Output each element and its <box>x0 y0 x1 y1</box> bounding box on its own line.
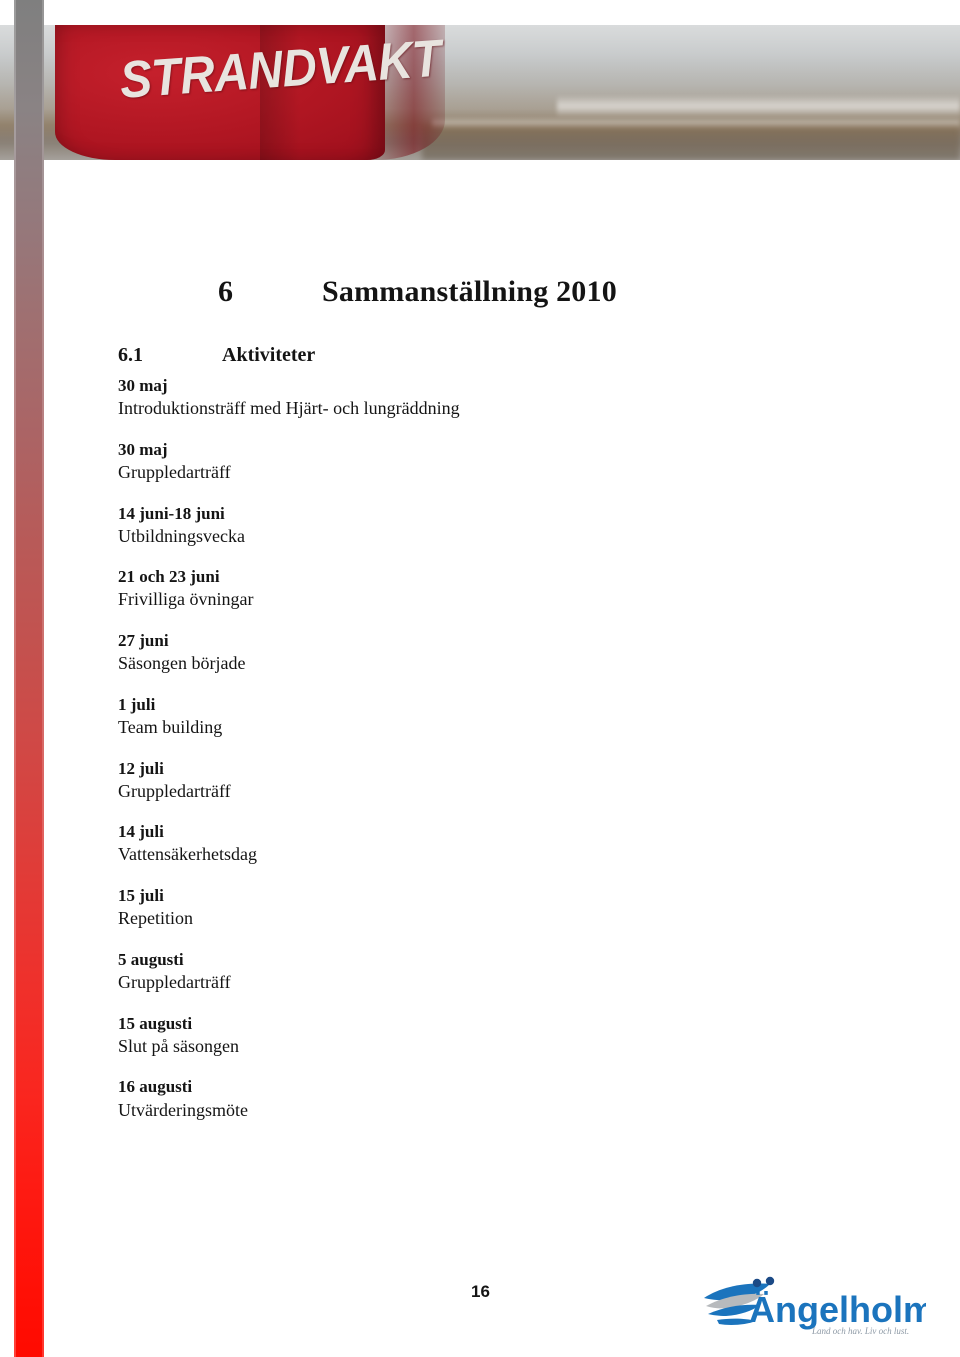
section-heading: 6.1 Aktiviteter <box>0 344 960 367</box>
activity-description: Team building <box>118 716 223 737</box>
activity-description: Repetition <box>118 908 193 929</box>
activity-item: 30 maj Gruppledarträff <box>118 439 678 484</box>
activity-description: Frivilliga övningar <box>118 589 254 610</box>
header-banner-image: STRANDVAKT <box>0 25 960 160</box>
activity-date: 16 augusti <box>118 1077 193 1097</box>
activity-date: 30 maj <box>118 439 168 459</box>
activity-description: Utbildningsvecka <box>118 525 245 546</box>
left-accent-stripe <box>14 0 44 1357</box>
activity-date: 27 juni <box>118 631 169 651</box>
activity-item: 14 juni-18 juni Utbildningsvecka <box>118 503 678 548</box>
activity-date: 12 juli <box>118 758 164 778</box>
activity-item: 12 juli Gruppledarträff <box>118 758 678 803</box>
section-number: 6.1 <box>118 343 143 366</box>
activity-description: Slut på säsongen <box>118 1035 239 1056</box>
angelholm-logo: Ängelholm Land och hav. Liv och lust. <box>700 1276 926 1340</box>
activity-date: 14 juni-18 juni <box>118 503 225 523</box>
activity-description: Introduktionsträff med Hjärt- och lungrä… <box>118 398 460 419</box>
logo-wordmark: Ängelholm <box>749 1289 926 1330</box>
activity-date: 30 maj <box>118 376 168 395</box>
logo-tagline: Land och hav. Liv och lust. <box>811 1326 909 1336</box>
activity-description: Säsongen började <box>118 653 246 674</box>
activity-description: Vattensäkerhetsdag <box>118 844 257 865</box>
section-title: Aktiviteter <box>222 343 316 366</box>
activity-item: 14 juli Vattensäkerhetsdag <box>118 821 678 866</box>
activity-item: 16 augusti Utvärderingsmöte <box>118 1076 678 1121</box>
activity-item: 1 juli Team building <box>118 694 678 739</box>
activity-date: 21 och 23 juni <box>118 567 220 587</box>
banner-sand-strip <box>422 124 960 160</box>
activity-date: 14 juli <box>118 822 164 842</box>
activity-description: Gruppledarträff <box>118 971 231 992</box>
activity-date: 5 augusti <box>118 949 184 969</box>
umlaut-dot-right <box>765 1276 775 1286</box>
activity-item: 27 juni Säsongen började <box>118 630 678 675</box>
chapter-number: 6 <box>218 275 234 309</box>
activity-item: 21 och 23 juni Frivilliga övningar <box>118 566 678 611</box>
activity-description: Gruppledarträff <box>118 461 231 482</box>
activity-date: 15 augusti <box>118 1013 193 1033</box>
chapter-title: Sammanställning 2010 <box>322 275 617 309</box>
activity-date: 1 juli <box>118 694 156 714</box>
activity-item: 15 augusti Slut på säsongen <box>118 1013 678 1058</box>
banner-top-margin <box>0 0 960 25</box>
activity-item: 5 augusti Gruppledarträff <box>118 949 678 994</box>
umlaut-dot-left <box>752 1278 762 1288</box>
activity-item: 30 maj Introduktionsträff med Hjärt- och… <box>118 375 678 420</box>
chapter-heading: 6 Sammanställning 2010 <box>0 275 960 309</box>
activity-date: 15 juli <box>118 886 164 906</box>
activity-list: 30 maj Introduktionsträff med Hjärt- och… <box>118 375 678 1140</box>
activity-description: Utvärderingsmöte <box>118 1099 248 1120</box>
activity-item: 15 juli Repetition <box>118 885 678 930</box>
page-number: 16 <box>471 1282 490 1301</box>
banner-wave-foam <box>556 95 960 117</box>
activity-description: Gruppledarträff <box>118 780 231 801</box>
